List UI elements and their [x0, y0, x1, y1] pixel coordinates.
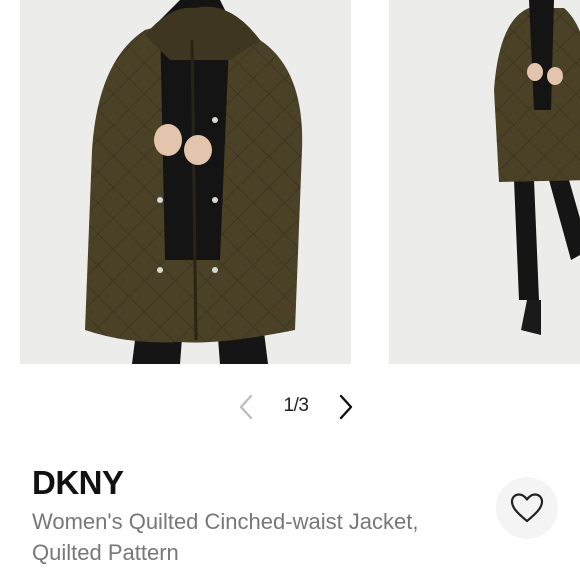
- product-image-1[interactable]: [20, 0, 351, 364]
- product-title: Women's Quilted Cinched-waist Jacket, Qu…: [32, 509, 419, 565]
- jacket-photo-full: [389, 0, 580, 364]
- chevron-left-icon[interactable]: [235, 392, 259, 422]
- product-image-2[interactable]: [389, 0, 580, 364]
- heart-icon: [510, 493, 544, 523]
- jacket-photo: [20, 0, 351, 364]
- image-carousel[interactable]: [0, 0, 580, 365]
- chevron-right-icon[interactable]: [333, 392, 357, 422]
- brand-name[interactable]: DKNY: [32, 464, 124, 502]
- carousel-pager: 1/3: [0, 392, 580, 422]
- image-counter: 1/3: [283, 395, 309, 416]
- like-button[interactable]: [496, 477, 558, 539]
